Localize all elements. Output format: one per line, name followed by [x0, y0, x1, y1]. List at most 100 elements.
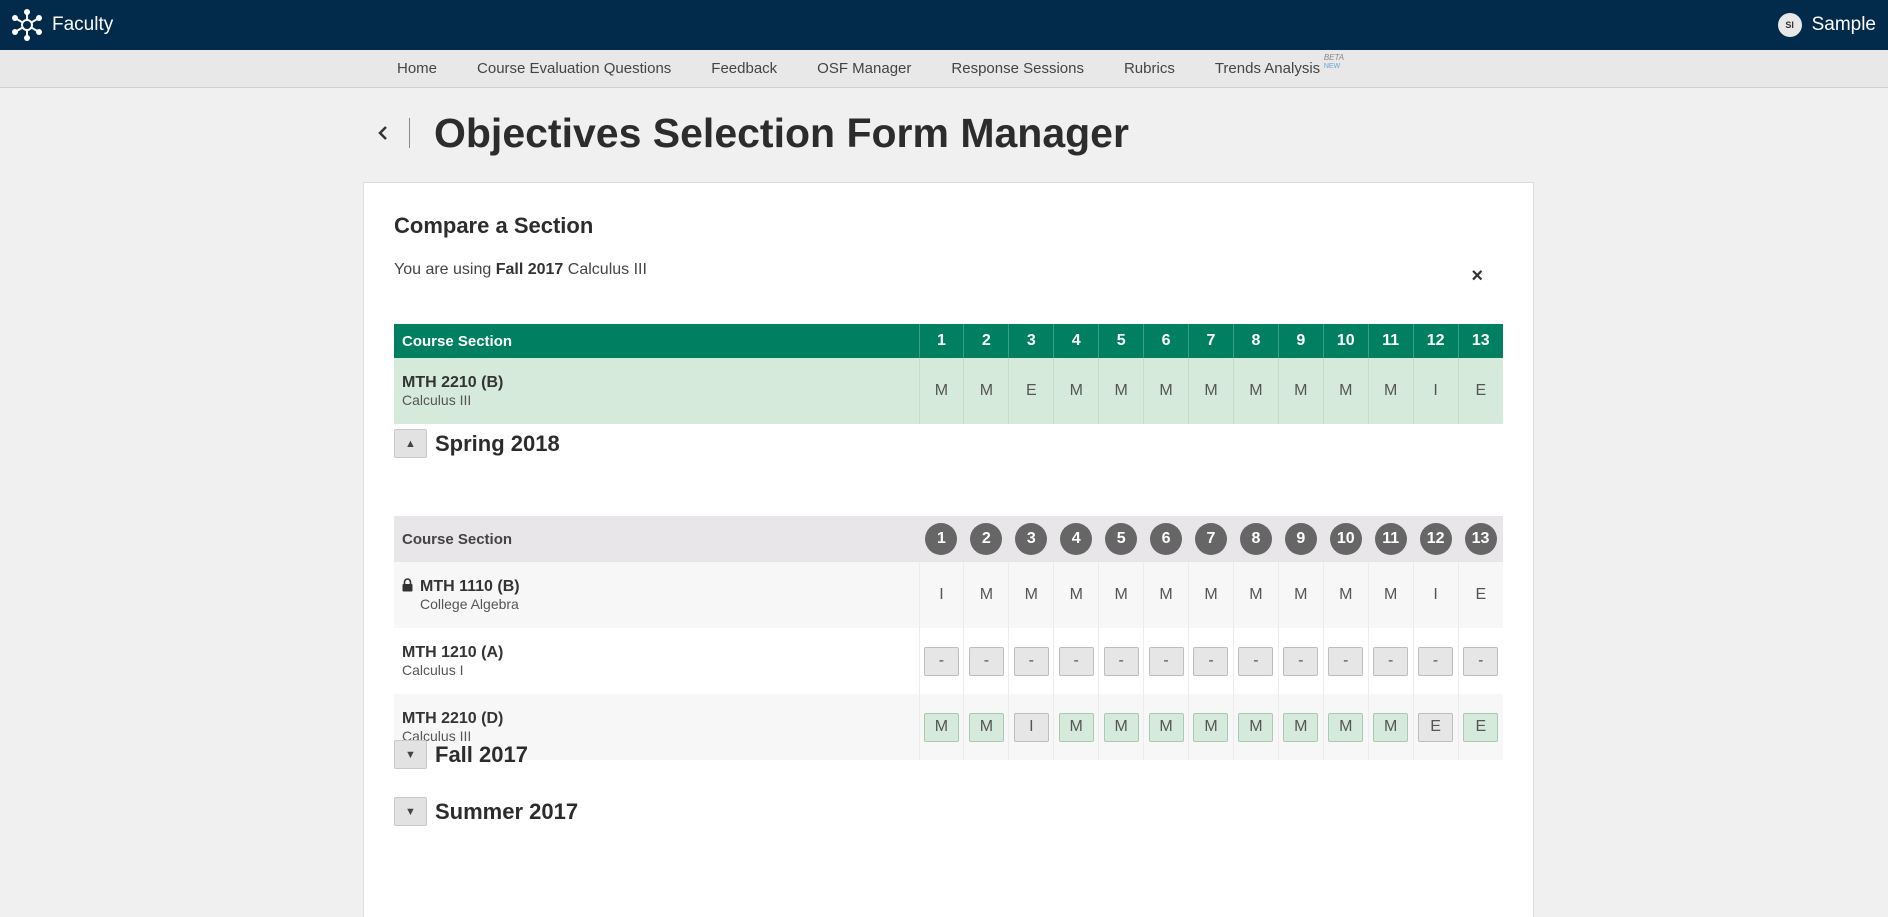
- caret-down-icon: ▼: [405, 748, 416, 761]
- objective-cell: -: [963, 628, 1009, 694]
- objective-value-button[interactable]: -: [1418, 646, 1454, 676]
- nav-osf-manager[interactable]: OSF Manager: [817, 60, 911, 77]
- top-bar: Faculty SI Sample: [0, 0, 1888, 50]
- objective-value-button[interactable]: -: [1463, 646, 1499, 676]
- objective-value-button[interactable]: -: [1058, 646, 1094, 676]
- objective-value: M: [1322, 562, 1369, 628]
- objective-value-button[interactable]: -: [968, 646, 1004, 676]
- objective-value-button[interactable]: -: [1103, 646, 1139, 676]
- objective-cell: -: [1053, 628, 1099, 694]
- nav-rubrics[interactable]: Rubrics: [1124, 60, 1175, 77]
- brand-name: Faculty: [52, 14, 114, 35]
- objective-number-badge: 11: [1374, 523, 1407, 555]
- objective-value: M: [1232, 562, 1279, 628]
- term-fall-2017: ▼ Fall 2017: [394, 740, 528, 769]
- objective-value-button[interactable]: -: [1193, 646, 1229, 676]
- collapse-spring-2018-button[interactable]: ▲: [394, 429, 427, 458]
- nav-home[interactable]: Home: [397, 60, 437, 77]
- objective-value-button[interactable]: -: [1013, 646, 1049, 676]
- close-icon[interactable]: ×: [1471, 265, 1483, 288]
- objective-value: M: [1143, 562, 1189, 628]
- nav-feedback[interactable]: Feedback: [711, 60, 777, 77]
- objective-value-button[interactable]: M: [1373, 712, 1409, 742]
- column-header-13: 13: [1458, 516, 1503, 562]
- objective-value-button[interactable]: M: [923, 712, 959, 742]
- nav-course-evaluation-questions[interactable]: Course Evaluation Questions: [477, 60, 671, 77]
- title-row: Objectives Selection Form Manager: [0, 92, 1888, 174]
- objective-value-button[interactable]: -: [1238, 646, 1274, 676]
- objective-value-button[interactable]: M: [1193, 712, 1229, 742]
- objective-cell: M: [1098, 694, 1144, 760]
- using-text: You are using Fall 2017 Calculus III: [394, 261, 1503, 279]
- objective-value-button[interactable]: E: [1463, 712, 1499, 742]
- objective-value-button[interactable]: M: [968, 712, 1004, 742]
- objective-value: I: [1412, 358, 1459, 424]
- objective-cell: -: [1232, 628, 1279, 694]
- objective-cell: M: [1188, 694, 1234, 760]
- brand[interactable]: Faculty: [10, 8, 113, 42]
- column-header-7: 7: [1188, 324, 1234, 358]
- column-header-4: 4: [1053, 324, 1099, 358]
- objective-value-button[interactable]: -: [1328, 646, 1364, 676]
- objective-number-badge: 4: [1060, 523, 1093, 555]
- objective-cell: M: [963, 694, 1009, 760]
- objective-value-button[interactable]: E: [1418, 712, 1454, 742]
- back-button[interactable]: [371, 118, 395, 148]
- table-row: MTH 1210 (A) Calculus I-------------: [394, 628, 1503, 694]
- using-course: Calculus III: [567, 261, 647, 278]
- column-header-12: 12: [1413, 516, 1459, 562]
- avatar: SI: [1777, 13, 1802, 37]
- caret-up-icon: ▲: [405, 437, 416, 450]
- nav-trends-analysis[interactable]: Trends Analysis BETA NEW: [1214, 54, 1344, 78]
- objective-value-button[interactable]: M: [1328, 712, 1364, 742]
- expand-fall-2017-button[interactable]: ▼: [394, 740, 427, 769]
- objective-value: M: [1053, 562, 1099, 628]
- objective-value-button[interactable]: M: [1058, 712, 1094, 742]
- objective-value-button[interactable]: M: [1148, 712, 1184, 742]
- objective-cell: E: [1457, 694, 1503, 760]
- expand-summer-2017-button[interactable]: ▼: [394, 797, 427, 826]
- user-menu[interactable]: SI Sample: [1777, 13, 1876, 37]
- objective-value: M: [1322, 358, 1369, 424]
- new-badge: NEW: [1323, 63, 1341, 70]
- objective-value: E: [1008, 358, 1054, 424]
- column-header-course-section: Course Section: [394, 324, 919, 358]
- main-nav: Home Course Evaluation Questions Feedbac…: [0, 50, 1888, 88]
- objective-cell: -: [1098, 628, 1144, 694]
- objective-cell: -: [1412, 628, 1459, 694]
- section-code: MTH 2210 (D): [402, 710, 504, 727]
- objective-value-button[interactable]: M: [1283, 712, 1319, 742]
- course-section-cell: MTH 1110 (B) College Algebra: [394, 562, 919, 628]
- objective-number-badge: 8: [1239, 523, 1272, 555]
- column-header-3: 3: [1008, 516, 1054, 562]
- term-title: Spring 2018: [435, 430, 560, 456]
- column-header-13: 13: [1457, 324, 1503, 358]
- objective-value-button[interactable]: -: [1373, 646, 1409, 676]
- objective-value-button[interactable]: -: [1283, 646, 1319, 676]
- objective-value-button[interactable]: M: [1238, 712, 1274, 742]
- objective-cell: -: [1457, 628, 1503, 694]
- objective-value: M: [1277, 358, 1324, 424]
- term-header-row: Course Section 1 2 3 4 5 6 7 8 9 10 11 12 13: [394, 516, 1503, 562]
- objective-value: M: [1232, 358, 1279, 424]
- objective-cell: M: [1277, 694, 1324, 760]
- objective-value: E: [1457, 358, 1503, 424]
- section-code: MTH 1110 (B): [420, 578, 520, 595]
- section-code: MTH 2210 (B): [402, 374, 504, 391]
- objective-cell: E: [1412, 694, 1459, 760]
- column-header-9: 9: [1277, 324, 1324, 358]
- objective-cell: -: [1367, 628, 1414, 694]
- objective-number-badge: 3: [1015, 523, 1048, 555]
- table-row: MTH 1110 (B) College Algebra I M M M M M M M M M M I E: [394, 562, 1503, 628]
- nav-trends-analysis-label: Trends Analysis: [1214, 60, 1321, 77]
- objective-cell: M: [1143, 694, 1189, 760]
- nav-response-sessions[interactable]: Response Sessions: [951, 60, 1084, 77]
- page-title: Objectives Selection Form Manager: [434, 109, 1129, 156]
- objective-value-button[interactable]: -: [1148, 646, 1184, 676]
- column-header-11: 11: [1367, 324, 1414, 358]
- current-header-row: Course Section 1 2 3 4 5 6 7 8 9 10 11 12 13: [394, 324, 1503, 358]
- objective-value-button[interactable]: -: [923, 646, 959, 676]
- objective-value-button[interactable]: M: [1103, 712, 1139, 742]
- objective-value-button[interactable]: I: [1013, 712, 1049, 742]
- column-header-6: 6: [1143, 324, 1189, 358]
